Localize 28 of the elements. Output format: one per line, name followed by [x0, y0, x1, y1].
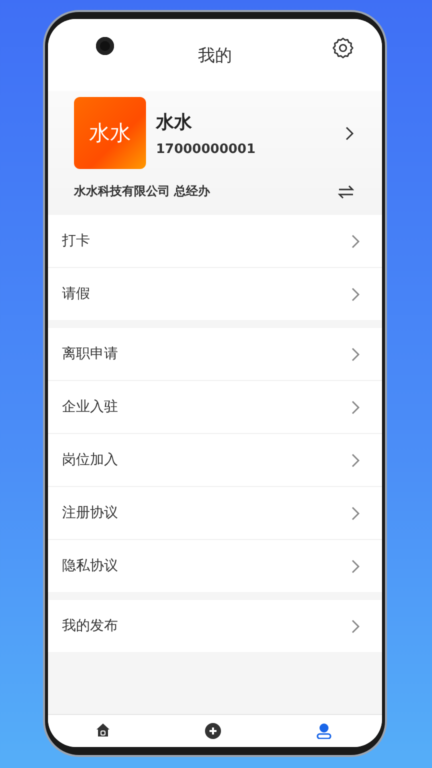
menu-item[interactable]: 我的发布	[48, 600, 382, 652]
chevron-right-icon	[351, 400, 360, 414]
menu-item[interactable]: 隐私协议	[48, 539, 382, 592]
menu-item[interactable]: 离职申请	[48, 328, 382, 380]
camera-icon	[96, 37, 114, 55]
chevron-right-icon	[351, 618, 360, 634]
switch-icon[interactable]	[338, 184, 354, 198]
menu-item[interactable]: 企业入驻	[48, 380, 382, 433]
chevron-right-icon	[345, 126, 354, 140]
chevron-right-icon	[351, 234, 360, 248]
home-icon	[96, 723, 110, 737]
user-icon	[316, 723, 332, 739]
menu-item[interactable]: 岗位加入	[48, 433, 382, 486]
page-title: 我的	[198, 44, 232, 66]
chevron-right-icon	[351, 346, 360, 362]
menu-item[interactable]: 请假	[48, 267, 382, 320]
chevron-right-icon	[351, 506, 360, 520]
chevron-right-icon	[351, 286, 360, 302]
menu-item[interactable]: 注册协议	[48, 486, 382, 539]
company-department: 水水科技有限公司 总经办	[74, 183, 210, 200]
chevron-right-icon	[351, 452, 360, 468]
user-name: 水水	[156, 110, 193, 134]
phone-number: 17000000001	[156, 142, 256, 156]
add-icon	[205, 723, 221, 739]
avatar: 水水	[74, 97, 146, 169]
settings-icon[interactable]	[332, 37, 354, 59]
chevron-right-icon	[351, 558, 360, 574]
menu-item[interactable]: 打卡	[48, 215, 382, 267]
